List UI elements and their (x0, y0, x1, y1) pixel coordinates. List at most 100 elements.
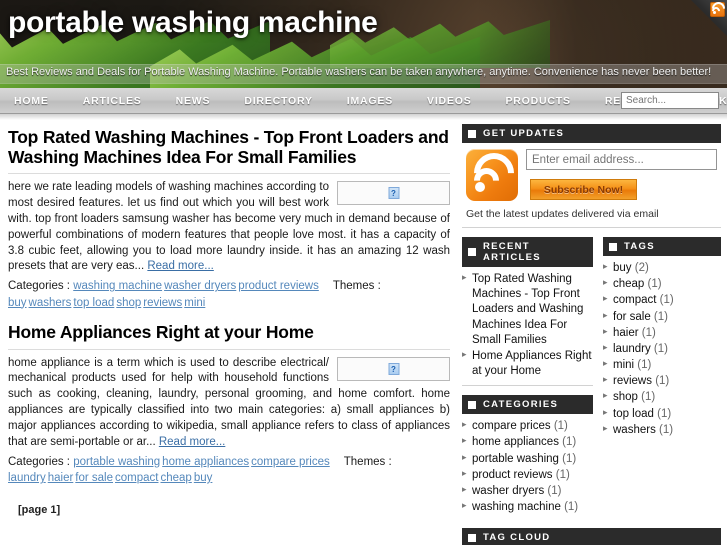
list-item[interactable]: buy (2) (603, 261, 721, 276)
theme-link[interactable]: buy (194, 472, 213, 484)
tag-count: (1) (659, 294, 674, 307)
tag-count: (1) (641, 326, 656, 339)
list-item[interactable]: shop (1) (603, 390, 721, 405)
category-link[interactable]: home appliances (162, 456, 249, 468)
theme-link[interactable]: compact (115, 472, 158, 484)
list-item[interactable]: haier (1) (603, 326, 721, 341)
theme-link[interactable]: washers (29, 297, 72, 309)
tag-name: laundry (613, 342, 651, 355)
category-name: washer dryers (472, 484, 545, 497)
tag-name: compact (613, 294, 657, 307)
read-more-link[interactable]: Read more... (147, 260, 213, 272)
list-item[interactable]: washing machine (1) (462, 500, 593, 515)
category-count: (1) (547, 484, 562, 497)
tag-name: haier (613, 326, 639, 339)
theme-link[interactable]: mini (184, 297, 205, 309)
widget-title: TAG CLOUD (483, 532, 551, 544)
theme-link[interactable]: cheap (160, 472, 191, 484)
post-thumbnail[interactable]: ? (337, 356, 450, 381)
bullet-square-icon (468, 400, 476, 409)
nav-item-images[interactable]: IMAGES (347, 95, 393, 107)
divider (8, 173, 450, 175)
tag-count: (1) (653, 342, 668, 355)
divider (462, 385, 593, 387)
nav-item-directory[interactable]: DIRECTORY (244, 95, 312, 107)
categories-label: Categories : (8, 280, 71, 293)
list-item[interactable]: top load (1) (603, 407, 721, 422)
list-item[interactable]: Home Appliances Right at your Home (462, 349, 593, 379)
bullet-square-icon (468, 248, 476, 256)
site-banner: portable washing machine Best Reviews an… (0, 0, 727, 88)
tag-count: (1) (637, 359, 652, 372)
category-name: portable washing (472, 452, 559, 465)
list-item[interactable]: compare prices (1) (462, 419, 593, 434)
tag-count: (1) (641, 391, 656, 404)
category-count: (1) (562, 436, 577, 449)
list-item[interactable]: for sale (1) (603, 310, 721, 325)
theme-link[interactable]: laundry (8, 472, 46, 484)
list-item[interactable]: washers (1) (603, 423, 721, 438)
broken-image-icon: ? (388, 187, 399, 200)
theme-link[interactable]: haier (48, 472, 74, 484)
pagination-indicator: [page 1] (18, 504, 61, 517)
divider (462, 227, 721, 228)
category-link[interactable]: washing machine (73, 280, 162, 292)
read-more-link[interactable]: Read more... (159, 436, 225, 448)
search-input[interactable] (621, 92, 719, 109)
nav-item-home[interactable]: HOME (14, 95, 49, 107)
tag-count: (1) (647, 278, 662, 291)
nav-item-news[interactable]: NEWS (176, 95, 211, 107)
subscribe-fields: Subscribe Now! (526, 149, 717, 200)
category-count: (1) (564, 501, 579, 514)
list-item[interactable]: reviews (1) (603, 374, 721, 389)
post-meta: Categories : washing machine washer dryer… (8, 278, 450, 311)
widget-header: TAGS (603, 237, 721, 256)
theme-link[interactable]: for sale (75, 472, 113, 484)
theme-link[interactable]: reviews (143, 297, 182, 309)
list-item[interactable]: compact (1) (603, 293, 721, 308)
post-thumbnail[interactable]: ? (337, 181, 450, 206)
tag-count: (1) (659, 423, 674, 436)
main-navigation: HOME ARTICLES NEWS DIRECTORY IMAGES VIDE… (0, 88, 727, 114)
nav-item-videos[interactable]: VIDEOS (427, 95, 471, 107)
categories-list: compare prices (1) home appliances (1) p… (462, 419, 593, 515)
list-item[interactable]: Top Rated Washing Machines - Top Front L… (462, 272, 593, 348)
rss-feed-icon[interactable] (465, 144, 523, 202)
list-item[interactable]: cheap (1) (603, 277, 721, 292)
tag-count: (1) (657, 407, 672, 420)
post-body: ? here we rate leading models of washing… (8, 180, 450, 275)
sidebar-columns: RECENT ARTICLES Top Rated Washing Machin… (462, 237, 721, 524)
category-link[interactable]: washer dryers (164, 280, 236, 292)
tags-list: buy (2) cheap (1) compact (1) for sale (… (603, 261, 721, 438)
widget-header: TAG CLOUD (462, 528, 721, 545)
widget-title: RECENT ARTICLES (483, 241, 541, 263)
nav-item-articles[interactable]: ARTICLES (83, 95, 142, 107)
site-title[interactable]: portable washing machine (8, 6, 378, 40)
article-post: Top Rated Washing Machines - Top Front L… (8, 127, 450, 311)
list-item[interactable]: home appliances (1) (462, 435, 593, 450)
theme-link[interactable]: buy (8, 297, 27, 309)
category-name: home appliances (472, 436, 559, 449)
subscribe-button[interactable]: Subscribe Now! (530, 179, 637, 200)
list-item[interactable]: mini (1) (603, 358, 721, 373)
subscribe-form: Subscribe Now! (462, 143, 721, 202)
category-link[interactable]: compare prices (251, 456, 330, 468)
list-item[interactable]: laundry (1) (603, 342, 721, 357)
nav-item-products[interactable]: PRODUCTS (506, 95, 571, 107)
category-name: compare prices (472, 420, 551, 433)
email-field[interactable] (526, 149, 717, 170)
bullet-square-icon (468, 129, 476, 138)
post-title[interactable]: Home Appliances Right at your Home (8, 322, 450, 343)
list-item[interactable]: product reviews (1) (462, 468, 593, 483)
theme-link[interactable]: shop (116, 297, 141, 309)
category-count: (1) (562, 452, 577, 465)
tag-name: for sale (613, 310, 651, 323)
list-item[interactable]: washer dryers (1) (462, 484, 593, 499)
post-title[interactable]: Top Rated Washing Machines - Top Front L… (8, 127, 450, 167)
theme-link[interactable]: top load (73, 297, 114, 309)
category-link[interactable]: product reviews (238, 280, 319, 292)
category-link[interactable]: portable washing (73, 456, 160, 468)
rss-icon[interactable] (709, 0, 727, 18)
sidebar-left-column: RECENT ARTICLES Top Rated Washing Machin… (462, 237, 593, 524)
list-item[interactable]: portable washing (1) (462, 452, 593, 467)
